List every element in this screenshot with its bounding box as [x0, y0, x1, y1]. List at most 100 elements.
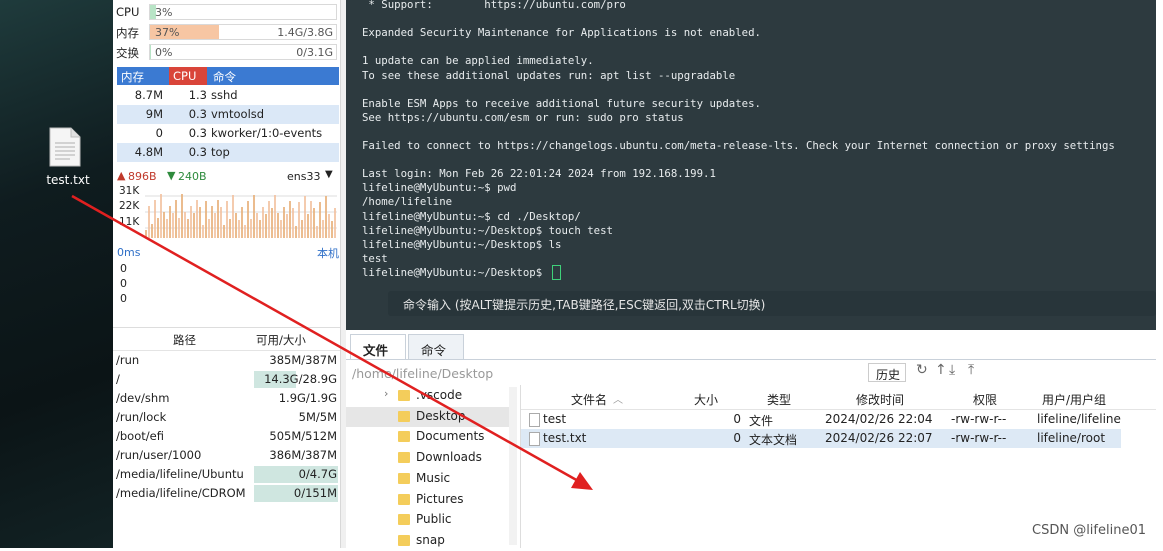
- disk-path: /run: [116, 353, 140, 367]
- col-owner[interactable]: 用户/用户组: [1042, 391, 1106, 408]
- folder-icon: [398, 472, 410, 484]
- folder-icon: [398, 534, 410, 546]
- network-bar: [256, 213, 258, 238]
- latency-panel: 0ms 本机 0 0 0: [117, 244, 339, 306]
- metric-label: CPU: [116, 5, 140, 19]
- disk-path-header[interactable]: 路径: [173, 332, 196, 348]
- disk-capacity: 385M/387M: [269, 353, 337, 367]
- process-mem: 9M: [145, 107, 163, 121]
- network-bar: [250, 219, 252, 238]
- tab-files[interactable]: 文件: [350, 334, 406, 360]
- terminal-line: Last login: Mon Feb 26 22:01:24 2024 fro…: [362, 167, 716, 181]
- network-bar: [202, 225, 204, 238]
- col-mtime[interactable]: 修改时间: [856, 391, 904, 408]
- metric-amount: 0/3.1G: [296, 46, 333, 59]
- up-arrow-icon[interactable]: ↑: [935, 362, 947, 378]
- disk-row[interactable]: / 14.3G/28.9G: [113, 370, 340, 389]
- tab-commands[interactable]: 命令: [408, 334, 464, 360]
- latency-row: 0: [120, 292, 127, 305]
- terminal-cursor: [552, 265, 561, 280]
- disk-path: /media/lifeline/Ubuntu: [116, 467, 244, 481]
- text-file-icon: [529, 432, 540, 446]
- file-row[interactable]: test.txt 0 文本文档 2024/02/26 22:07 -rw-rw-r-- l…: [521, 429, 1121, 448]
- process-mem: 4.8M: [134, 145, 163, 159]
- process-table-header: 内存 CPU 命令: [117, 67, 339, 85]
- disk-row[interactable]: /run/lock 5M/5M: [113, 408, 340, 427]
- tree-folder-item[interactable]: Documents: [346, 427, 511, 447]
- disk-row[interactable]: /media/lifeline/CDROM 0/151M: [113, 484, 340, 503]
- col-name[interactable]: 文件名: [571, 391, 607, 408]
- file-perm: -rw-rw-r--: [951, 412, 1007, 426]
- disk-row[interactable]: /boot/efi 505M/512M: [113, 427, 340, 446]
- network-bar: [220, 207, 222, 238]
- folder-icon: [398, 390, 410, 401]
- latency-host[interactable]: 本机: [317, 245, 339, 261]
- network-bar: [307, 214, 309, 238]
- upload-icon[interactable]: ⤒: [968, 362, 974, 378]
- process-cpu-header-bg[interactable]: CPU: [169, 67, 207, 85]
- tree-folder-item[interactable]: Music: [346, 469, 511, 489]
- disk-table: 路径 可用/大小 /run 385M/387M / 14.3G/28.9G/dev/s…: [113, 327, 340, 548]
- terminal-output[interactable]: * Support: https://ubuntu.com/pro Expande…: [346, 0, 1156, 330]
- disk-capacity: 505M/512M: [269, 429, 337, 443]
- metric-label: 交换: [116, 46, 139, 60]
- network-bar: [151, 224, 153, 238]
- network-bar: [211, 206, 213, 238]
- process-cmd: kworker/1:0-events: [211, 126, 323, 140]
- tree-scrollbar[interactable]: [509, 387, 517, 545]
- file-icon: [529, 413, 540, 427]
- download-arrow-icon: ▼: [167, 169, 176, 182]
- network-bar: [283, 207, 285, 238]
- terminal-line: lifeline@MyUbuntu:~/Desktop$: [362, 265, 549, 279]
- chevron-down-icon[interactable]: ▼: [325, 169, 333, 180]
- network-bar: [292, 208, 294, 238]
- metric-label: 内存: [116, 26, 139, 40]
- file-name: test: [543, 412, 567, 426]
- folder-icon: [398, 493, 410, 505]
- process-row[interactable]: 9M 0.3 vmtoolsd: [117, 105, 339, 124]
- col-size[interactable]: 大小: [694, 391, 718, 408]
- network-bar: [268, 201, 270, 238]
- disk-cap-header[interactable]: 可用/大小: [256, 332, 306, 348]
- file-owner: lifeline/root: [1037, 431, 1106, 445]
- process-row[interactable]: 0 0.3 kworker/1:0-events: [117, 124, 339, 143]
- network-interface-select[interactable]: ens33: [287, 170, 320, 183]
- file-row[interactable]: test 0 文件 2024/02/26 22:04 -rw-rw-r-- lifelin…: [521, 410, 1121, 429]
- process-cpu: 0.3: [188, 107, 207, 121]
- sort-arrow-icon[interactable]: ︿: [613, 391, 623, 406]
- path-input[interactable]: /home/lifeline/Desktop: [352, 366, 493, 381]
- network-bar: [235, 213, 237, 238]
- command-input-bar[interactable]: 命令输入 (按ALT键提示历史,TAB键路径,ESC键返回,双击CTRL切换): [388, 291, 1156, 316]
- disk-row[interactable]: /run 385M/387M: [113, 351, 340, 370]
- disk-row[interactable]: /run/user/1000 386M/387M: [113, 446, 340, 465]
- tree-folder-item[interactable]: Desktop: [346, 406, 511, 427]
- network-bar: [214, 213, 216, 238]
- disk-row[interactable]: /media/lifeline/Ubuntu 0/4.7G: [113, 465, 340, 484]
- refresh-icon[interactable]: ↻: [916, 362, 928, 378]
- network-bar: [193, 213, 195, 238]
- col-perm[interactable]: 权限: [973, 391, 997, 408]
- network-bar: [163, 212, 165, 238]
- network-bar: [181, 194, 183, 238]
- download-icon[interactable]: ⤓: [949, 362, 955, 378]
- process-cmd-header[interactable]: 命令: [213, 69, 236, 85]
- history-button[interactable]: 历史: [868, 363, 906, 382]
- col-type[interactable]: 类型: [767, 391, 791, 408]
- tree-folder-item[interactable]: Public: [346, 510, 511, 530]
- process-row[interactable]: 4.8M 0.3 top: [117, 143, 339, 162]
- terminal-line: 1 update can be applied immediately.: [362, 54, 594, 68]
- process-mem-header[interactable]: 内存: [121, 69, 144, 85]
- process-row[interactable]: 8.7M 1.3 sshd: [117, 86, 339, 105]
- disk-row[interactable]: /dev/shm 1.9G/1.9G: [113, 389, 340, 408]
- metric-row: CPU 3%: [116, 4, 338, 21]
- network-bar: [190, 206, 192, 238]
- tree-folder-item[interactable]: Downloads: [346, 448, 511, 468]
- desktop-file-label[interactable]: test.txt: [38, 173, 98, 187]
- tab-commands-label: 命令: [421, 343, 447, 358]
- metric-fill: [150, 45, 151, 59]
- network-bar: [148, 206, 150, 238]
- tree-folder-label: Music: [416, 470, 451, 485]
- text-file-icon[interactable]: [48, 127, 82, 167]
- tree-folder-item[interactable]: Pictures: [346, 490, 511, 510]
- tree-folder-item[interactable]: .vscode: [346, 386, 511, 406]
